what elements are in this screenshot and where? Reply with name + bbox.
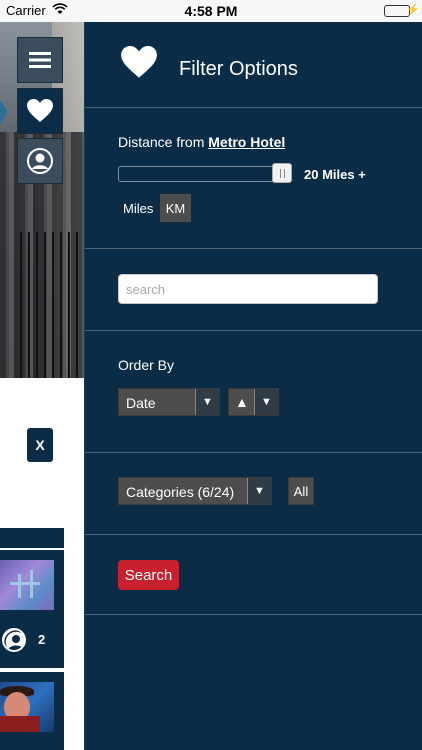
close-button[interactable]: X [27, 428, 53, 462]
event-thumbnail [0, 682, 54, 732]
favorites-button[interactable] [17, 88, 63, 134]
list-item[interactable]: 2 [0, 550, 64, 668]
order-by-label: Order By [118, 357, 175, 373]
select-all-button[interactable]: All [288, 477, 314, 505]
active-indicator [0, 100, 8, 124]
chevron-down-icon: ▼ [195, 389, 219, 415]
section-divider [85, 534, 422, 535]
order-by-select[interactable]: Date ▼ [118, 388, 220, 416]
chevron-down-icon: ▼ [247, 478, 271, 504]
section-divider [85, 452, 422, 453]
heart-icon [27, 99, 53, 122]
app-screen: Carrier 4:58 PM ⚡ X 2 Filter Options Dis… [0, 0, 422, 750]
user-icon [27, 148, 53, 174]
menu-button[interactable] [17, 37, 63, 83]
order-by-value: Date [126, 395, 156, 411]
distance-place-link[interactable]: Metro Hotel [208, 134, 285, 150]
categories-value: Categories (6/24) [126, 484, 235, 500]
search-input[interactable] [118, 274, 378, 304]
distance-label: Distance from Metro Hotel [118, 134, 285, 150]
list-item[interactable] [0, 672, 64, 750]
filter-panel: Filter Options Distance from Metro Hotel… [84, 22, 422, 750]
distance-slider-track[interactable] [118, 166, 290, 182]
chevron-down-icon: ▼ [254, 389, 278, 415]
attendee-avatar-icon [2, 628, 26, 652]
status-bar: Carrier 4:58 PM ⚡ [0, 0, 422, 22]
unit-km-toggle[interactable]: KM [160, 194, 191, 222]
event-thumbnail [0, 560, 54, 610]
section-divider [85, 330, 422, 331]
sort-direction-select[interactable]: ▲ ▼ [228, 388, 279, 416]
charging-icon: ⚡ [406, 4, 420, 16]
heart-icon [121, 46, 157, 84]
unit-miles-toggle[interactable]: Miles [123, 201, 153, 216]
clock: 4:58 PM [184, 3, 238, 19]
page-title: Filter Options [179, 58, 298, 80]
hamburger-icon [29, 52, 51, 68]
profile-button[interactable] [17, 138, 63, 184]
sort-direction-value: ▲ [235, 394, 249, 410]
attendee-count: 2 [38, 632, 46, 647]
distance-slider-handle[interactable] [272, 163, 292, 183]
section-divider [85, 248, 422, 249]
categories-select[interactable]: Categories (6/24) ▼ [118, 477, 272, 505]
distance-prefix: Distance from [118, 134, 205, 150]
distance-value: 20 Miles + [304, 167, 366, 182]
search-button[interactable]: Search [118, 560, 179, 590]
section-divider [85, 614, 422, 615]
filter-header: Filter Options [85, 22, 422, 108]
list-divider [0, 528, 64, 548]
